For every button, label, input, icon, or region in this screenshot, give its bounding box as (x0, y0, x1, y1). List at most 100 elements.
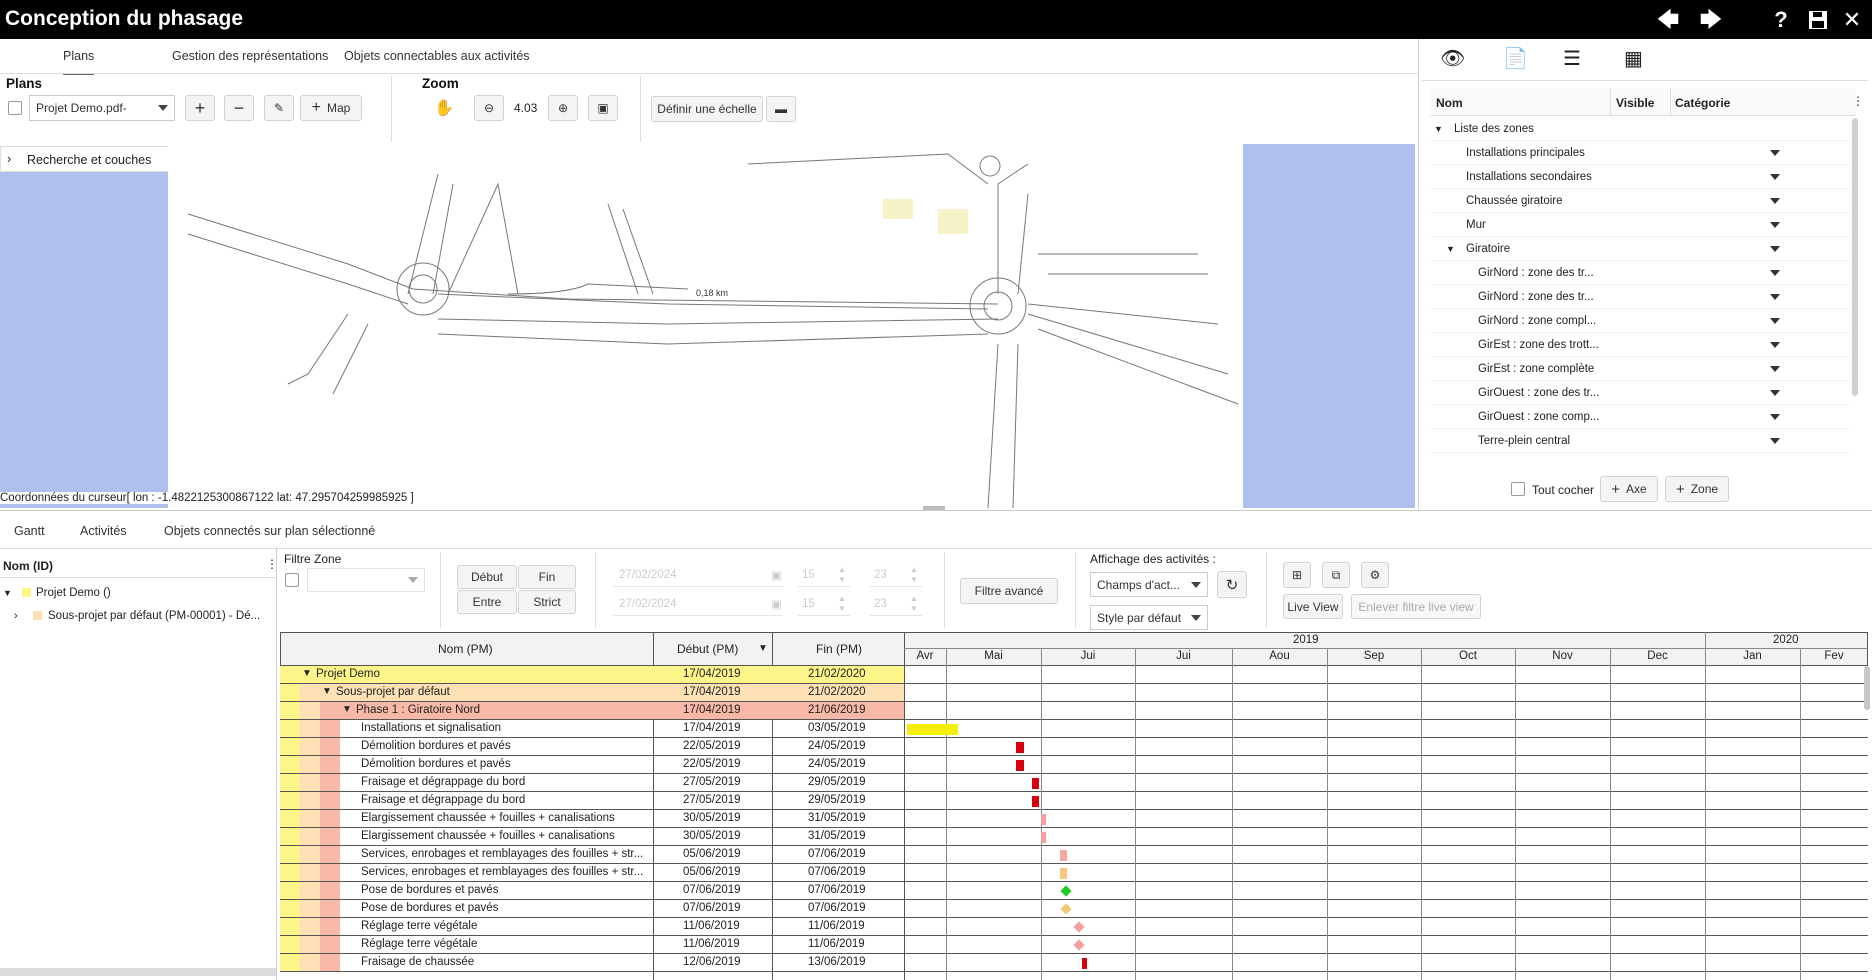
advanced-filter-button[interactable]: Filtre avancé (960, 578, 1058, 604)
close-icon[interactable]: ✕ (1838, 6, 1866, 34)
zone-row[interactable]: GirNord : zone des tr... (1430, 261, 1850, 285)
start-hour-stepper[interactable]: 15 ▲ ▼ (798, 565, 850, 587)
zone-row[interactable]: GirOuest : zone comp... (1430, 405, 1850, 429)
gantt-row[interactable]: Services, enrobages et remblayages des f… (280, 846, 1868, 864)
remove-live-view-filter-button[interactable]: Enlever filtre live view (1351, 594, 1481, 619)
visibility-eye-icon[interactable]: 👁 (1440, 46, 1465, 71)
gantt-row[interactable]: Installations et signalisation 17/04/2019… (280, 720, 1868, 738)
tree-scrollbar[interactable] (0, 968, 276, 976)
gantt-row[interactable]: Fraisage de chaussée 12/06/2019 13/06/2019 (280, 954, 1868, 972)
tab-activities[interactable]: Activités (80, 524, 127, 538)
tab-representations[interactable]: Gestion des représentations (172, 49, 328, 63)
filter-strict-button[interactable]: Strict (518, 590, 576, 614)
zone-row[interactable]: Terre-plein central (1430, 429, 1850, 453)
map-canvas[interactable]: 0,18 km (168, 144, 1243, 509)
category-dropdown-icon[interactable] (1770, 390, 1780, 396)
add-zone-button[interactable]: + Zone (1665, 476, 1729, 502)
filter-between-button[interactable]: Entre (457, 590, 517, 614)
zone-row[interactable]: GirEst : zone des trott... (1430, 333, 1850, 357)
back-arrow-icon[interactable]: 🡄 (1654, 6, 1682, 34)
refresh-icon[interactable]: ↻ (1217, 571, 1247, 598)
activity-bar[interactable] (1041, 832, 1047, 843)
activity-bar[interactable] (1081, 958, 1087, 969)
gantt-row[interactable]: Fraisage et dégrappage du bord 27/05/2019… (280, 774, 1868, 792)
calendar-icon[interactable]: ▣ (771, 568, 782, 582)
gantt-scrollbar[interactable] (1864, 666, 1870, 710)
zoom-in-icon[interactable]: ⊕ (548, 95, 578, 121)
tab-gantt[interactable]: Gantt (14, 524, 45, 538)
sort-desc-icon[interactable]: ▼ (758, 643, 768, 654)
category-dropdown-icon[interactable] (1770, 366, 1780, 372)
category-dropdown-icon[interactable] (1770, 150, 1780, 156)
gantt-row[interactable]: Fraisage et dégrappage du bord 27/05/2019… (280, 792, 1868, 810)
activity-bar[interactable] (907, 724, 959, 735)
expand-triangle-icon[interactable]: ▼ (302, 668, 312, 679)
category-dropdown-icon[interactable] (1770, 270, 1780, 276)
pan-hand-icon[interactable]: ✋ (434, 98, 454, 118)
zone-row[interactable]: GirNord : zone des tr... (1430, 285, 1850, 309)
activity-bar[interactable] (1041, 814, 1047, 825)
category-dropdown-icon[interactable] (1770, 318, 1780, 324)
zone-row[interactable]: GirOuest : zone des tr... (1430, 381, 1850, 405)
activity-bar[interactable] (1016, 760, 1024, 771)
gantt-row[interactable]: Pose de bordures et pavés 07/06/2019 07/06… (280, 882, 1868, 900)
zone-row[interactable]: GirEst : zone complète (1430, 357, 1850, 381)
style-select[interactable]: Style par défaut (1090, 605, 1208, 630)
category-dropdown-icon[interactable] (1770, 222, 1780, 228)
category-dropdown-icon[interactable] (1770, 198, 1780, 204)
zone-row[interactable]: GirNord : zone compl... (1430, 309, 1850, 333)
category-dropdown-icon[interactable] (1770, 438, 1780, 444)
zone-row[interactable]: Installations secondaires (1430, 165, 1850, 189)
expand-triangle-icon[interactable]: ▼ (3, 588, 12, 598)
zone-row[interactable]: Chaussée giratoire (1430, 189, 1850, 213)
document-icon[interactable]: 📄 (1503, 46, 1528, 71)
activity-bar[interactable] (1060, 850, 1068, 861)
start-minute-stepper[interactable]: 23 ▲ ▼ (870, 565, 922, 587)
activity-bar[interactable] (1031, 796, 1040, 807)
ruler-icon[interactable]: ▬ (766, 96, 796, 122)
add-button[interactable]: + (185, 95, 215, 121)
zone-row[interactable]: ▼ Giratoire (1430, 237, 1850, 261)
check-all-checkbox[interactable] (1511, 482, 1525, 496)
filter-start-button[interactable]: Début (457, 565, 517, 589)
add-map-button[interactable]: + Map (300, 95, 362, 121)
filter-end-button[interactable]: Fin (518, 565, 576, 589)
activity-fields-select[interactable]: Champs d'act... (1090, 572, 1208, 597)
end-minute-stepper[interactable]: 23 ▲ ▼ (870, 594, 922, 616)
tree-item[interactable]: › Sous-projet par défaut (PM-00001) - Dé… (0, 607, 276, 627)
tree-item[interactable]: ▼ Projet Demo () (0, 584, 276, 604)
tab-connectable-objects[interactable]: Objets connectables aux activités (344, 49, 530, 63)
plan-checkbox[interactable] (8, 101, 22, 115)
expand-triangle-icon[interactable]: ▼ (1434, 124, 1443, 134)
help-icon[interactable]: ? (1767, 6, 1795, 34)
zoom-out-icon[interactable]: ⊖ (474, 95, 504, 121)
live-view-button[interactable]: Live View (1283, 594, 1343, 619)
gantt-row[interactable]: ▼ Sous-projet par défaut 17/04/2019 21/02/2… (280, 684, 1868, 702)
zone-row[interactable]: Mur (1430, 213, 1850, 237)
category-dropdown-icon[interactable] (1770, 414, 1780, 420)
gantt-row[interactable]: Services, enrobages et remblayages des f… (280, 864, 1868, 882)
gantt-row[interactable]: Démolition bordures et pavés 22/05/2019 24… (280, 738, 1868, 756)
settings-gear-icon[interactable]: ⚙ (1361, 562, 1389, 588)
expand-triangle-icon[interactable]: ▼ (322, 686, 332, 697)
plan-select[interactable]: Projet Demo.pdf- (29, 95, 175, 121)
zone-filter-select[interactable] (307, 568, 425, 592)
activity-bar[interactable] (1060, 868, 1068, 879)
activity-bar[interactable] (1031, 778, 1040, 789)
category-dropdown-icon[interactable] (1770, 294, 1780, 300)
gantt-row[interactable]: ▼ Phase 1 : Giratoire Nord 17/04/2019 21/06… (280, 702, 1868, 720)
column-menu-icon[interactable]: ⋮ (1852, 94, 1864, 108)
expand-triangle-icon[interactable]: ▼ (1446, 244, 1455, 254)
zone-filter-checkbox[interactable] (285, 573, 299, 587)
zones-root[interactable]: ▼ Liste des zones (1430, 117, 1850, 141)
expand-all-icon[interactable]: ⊞ (1283, 562, 1311, 588)
gantt-row[interactable]: Elargissement chaussée + fouilles + cana… (280, 810, 1868, 828)
category-dropdown-icon[interactable] (1770, 342, 1780, 348)
layers-icon[interactable]: ☰ (1563, 46, 1581, 71)
remove-button[interactable]: − (224, 95, 254, 121)
edit-pencil-icon[interactable]: ✎ (264, 95, 294, 121)
activity-bar[interactable] (1016, 742, 1024, 753)
save-icon[interactable] (1804, 6, 1832, 34)
end-hour-stepper[interactable]: 15 ▲ ▼ (798, 594, 850, 616)
zones-scrollbar[interactable] (1852, 118, 1858, 396)
